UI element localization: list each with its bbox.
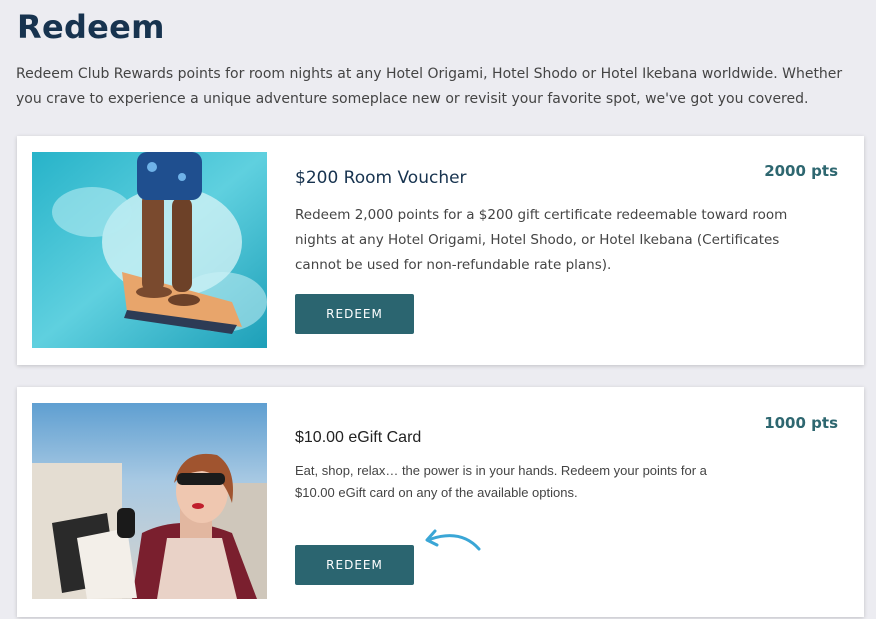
redeem-button[interactable]: REDEEM: [295, 294, 414, 334]
page-title: Redeem: [17, 8, 165, 46]
reward-description: Redeem 2,000 points for a $200 gift cert…: [295, 207, 788, 273]
reward-card-room-voucher: $200 Room Voucher 2000 pts Redeem 2,000 …: [17, 136, 864, 365]
reward-card-egift: $10.00 eGift Card 1000 pts Eat, shop, re…: [17, 387, 864, 617]
page-intro: Redeem Club Rewards points for room nigh…: [16, 66, 843, 107]
reward-title: $10.00 eGift Card: [295, 429, 422, 446]
curved-arrow-icon: [425, 529, 481, 551]
reward-points: 1000 pts: [764, 414, 838, 432]
reward-title: $200 Room Voucher: [295, 168, 467, 188]
reward-description: Eat, shop, relax… the power is in your h…: [295, 463, 707, 500]
shopper-photo: [32, 403, 267, 599]
reward-points: 2000 pts: [764, 162, 838, 180]
redeem-button[interactable]: REDEEM: [295, 545, 414, 585]
surfer-photo: [32, 152, 267, 348]
